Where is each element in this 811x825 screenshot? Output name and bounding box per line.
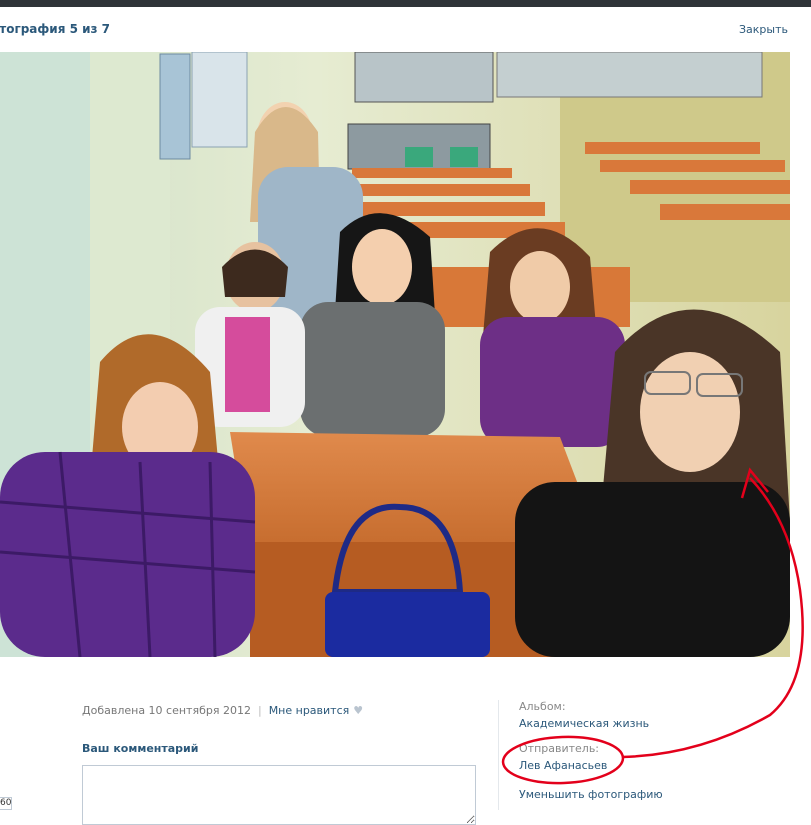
heart-icon[interactable]: ♥ — [353, 704, 363, 717]
sender-link[interactable]: Лев Афанасьев — [519, 759, 607, 772]
added-date: Добавлена 10 сентября 2012 — [82, 704, 251, 717]
sidebar-divider — [498, 700, 499, 810]
comment-label: Ваш комментарий — [82, 742, 199, 755]
comment-input[interactable] — [82, 765, 476, 825]
photo-meta: Добавлена 10 сентября 2012 | Мне нравитс… — [82, 704, 363, 717]
photo-counter-title: отография 5 из 7 — [0, 22, 111, 36]
photo-illustration — [0, 52, 790, 657]
meta-separator: | — [257, 704, 262, 717]
photo-viewer-image[interactable] — [0, 52, 790, 657]
top-bar — [0, 0, 811, 7]
album-link[interactable]: Академическая жизнь — [519, 717, 649, 730]
like-link[interactable]: Мне нравится — [269, 704, 350, 717]
close-link[interactable]: Закрыть — [739, 23, 788, 36]
left-counter: 60 — [0, 797, 12, 810]
shrink-photo-link[interactable]: Уменьшить фотографию — [519, 788, 663, 801]
album-label: Альбом: — [519, 700, 566, 713]
sender-label: Отправитель: — [519, 742, 600, 755]
